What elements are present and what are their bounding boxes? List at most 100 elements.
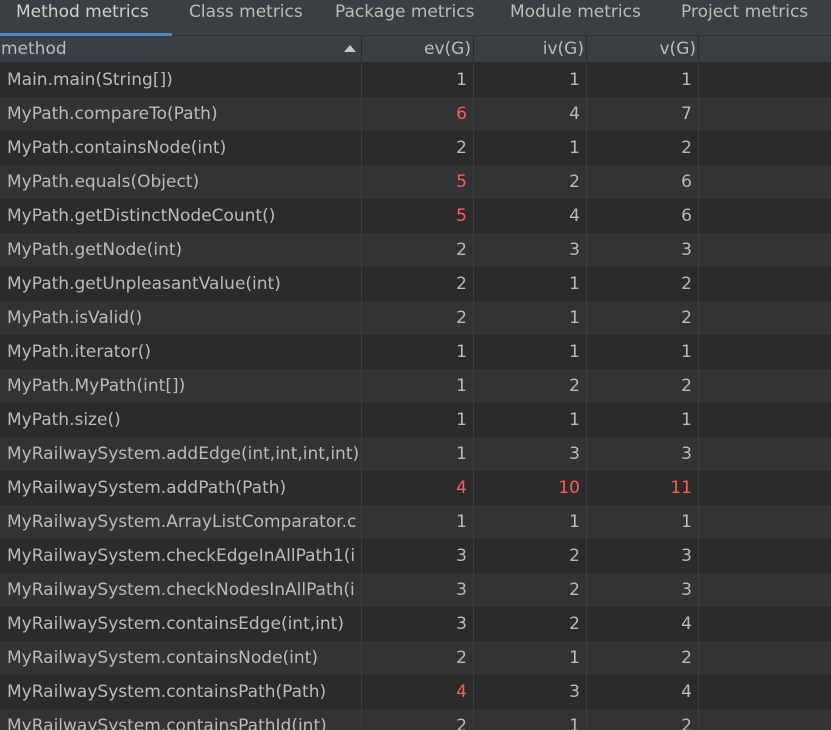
- ev-cell: 2: [362, 233, 474, 267]
- table-row[interactable]: MyPath.size() 1 1 1: [0, 403, 831, 437]
- table-row[interactable]: Main.main(String[]) 1 1 1: [0, 63, 831, 97]
- table-row[interactable]: MyPath.MyPath(int[]) 1 2 2: [0, 369, 831, 403]
- ev-cell: 3: [362, 539, 474, 573]
- iv-cell: 1: [474, 403, 587, 437]
- iv-cell: 1: [474, 505, 587, 539]
- v-cell: 3: [587, 233, 699, 267]
- table-header: method ev(G) iv(G) v(G): [0, 36, 831, 63]
- ev-cell: 2: [362, 131, 474, 165]
- table-row[interactable]: MyPath.getUnpleasantValue(int) 2 1 2: [0, 267, 831, 301]
- v-cell: 2: [587, 369, 699, 403]
- v-cell: 7: [587, 97, 699, 131]
- tab-project-metrics[interactable]: Project metrics: [664, 0, 831, 36]
- iv-cell: 1: [474, 131, 587, 165]
- ev-cell: 3: [362, 573, 474, 607]
- tab-module-metrics[interactable]: Module metrics: [494, 0, 664, 36]
- iv-cell: 2: [474, 539, 587, 573]
- v-cell: 2: [587, 641, 699, 675]
- tab-method-metrics[interactable]: Method metrics: [0, 0, 172, 36]
- method-metrics-table: method ev(G) iv(G) v(G) Main.main(String…: [0, 36, 831, 730]
- ev-cell: 4: [362, 675, 474, 709]
- table-row[interactable]: MyRailwaySystem.ArrayListComparator.c 1 1 1: [0, 505, 831, 539]
- v-cell: 2: [587, 301, 699, 335]
- iv-cell: 1: [474, 335, 587, 369]
- method-cell: MyRailwaySystem.checkEdgeInAllPath1(i: [0, 539, 362, 573]
- method-cell: MyPath.getUnpleasantValue(int): [0, 267, 362, 301]
- v-cell: 4: [587, 675, 699, 709]
- v-cell: 1: [587, 505, 699, 539]
- v-cell: 2: [587, 709, 699, 730]
- table-row[interactable]: MyRailwaySystem.containsNode(int) 2 1 2: [0, 641, 831, 675]
- table-row[interactable]: MyRailwaySystem.containsPath(Path) 4 3 4: [0, 675, 831, 709]
- method-cell: MyRailwaySystem.addPath(Path): [0, 471, 362, 505]
- v-cell: 2: [587, 267, 699, 301]
- ev-cell: 2: [362, 267, 474, 301]
- iv-cell: 1: [474, 301, 587, 335]
- iv-cell: 4: [474, 97, 587, 131]
- iv-cell: 1: [474, 709, 587, 730]
- method-cell: Main.main(String[]): [0, 63, 362, 97]
- iv-cell: 2: [474, 573, 587, 607]
- tab-package-metrics[interactable]: Package metrics: [318, 0, 494, 36]
- v-cell: 4: [587, 607, 699, 641]
- v-cell: 3: [587, 437, 699, 471]
- iv-cell: 1: [474, 63, 587, 97]
- v-cell: 3: [587, 573, 699, 607]
- column-header-method[interactable]: method: [0, 36, 362, 62]
- column-header-label: method: [1, 39, 67, 59]
- v-cell: 1: [587, 335, 699, 369]
- v-cell: 3: [587, 539, 699, 573]
- iv-cell: 4: [474, 199, 587, 233]
- sort-ascending-icon[interactable]: [344, 45, 356, 52]
- method-cell: MyPath.compareTo(Path): [0, 97, 362, 131]
- method-cell: MyRailwaySystem.checkNodesInAllPath(i: [0, 573, 362, 607]
- metrics-panel: Method metrics Class metrics Package met…: [0, 0, 831, 730]
- method-cell: MyPath.size(): [0, 403, 362, 437]
- column-header-ev[interactable]: ev(G): [362, 36, 474, 62]
- method-cell: MyRailwaySystem.containsPath(Path): [0, 675, 362, 709]
- table-row[interactable]: MyRailwaySystem.checkEdgeInAllPath1(i 3 2 3: [0, 539, 831, 573]
- ev-cell: 2: [362, 641, 474, 675]
- table-row[interactable]: MyRailwaySystem.containsEdge(int,int) 3 2 4: [0, 607, 831, 641]
- ev-cell: 2: [362, 709, 474, 730]
- ev-cell: 6: [362, 97, 474, 131]
- ev-cell: 4: [362, 471, 474, 505]
- v-cell: 11: [587, 471, 699, 505]
- method-cell: MyPath.iterator(): [0, 335, 362, 369]
- ev-cell: 2: [362, 301, 474, 335]
- ev-cell: 1: [362, 369, 474, 403]
- method-cell: MyRailwaySystem.ArrayListComparator.c: [0, 505, 362, 539]
- column-header-iv[interactable]: iv(G): [474, 36, 587, 62]
- column-header-v[interactable]: v(G): [587, 36, 699, 62]
- metrics-tab-bar: Method metrics Class metrics Package met…: [0, 0, 831, 36]
- table-row[interactable]: MyRailwaySystem.addPath(Path) 4 10 11: [0, 471, 831, 505]
- iv-cell: 2: [474, 369, 587, 403]
- method-cell: MyRailwaySystem.containsNode(int): [0, 641, 362, 675]
- v-cell: 6: [587, 199, 699, 233]
- method-cell: MyPath.getNode(int): [0, 233, 362, 267]
- method-cell: MyPath.getDistinctNodeCount(): [0, 199, 362, 233]
- ev-cell: 1: [362, 335, 474, 369]
- table-row[interactable]: MyRailwaySystem.containsPathId(int) 2 1 2: [0, 709, 831, 730]
- table-row[interactable]: MyRailwaySystem.addEdge(int,int,int,int)…: [0, 437, 831, 471]
- table-row[interactable]: MyPath.getDistinctNodeCount() 5 4 6: [0, 199, 831, 233]
- table-row[interactable]: MyPath.getNode(int) 2 3 3: [0, 233, 831, 267]
- method-cell: MyPath.equals(Object): [0, 165, 362, 199]
- iv-cell: 2: [474, 607, 587, 641]
- ev-cell: 1: [362, 403, 474, 437]
- iv-cell: 3: [474, 675, 587, 709]
- method-cell: MyRailwaySystem.containsEdge(int,int): [0, 607, 362, 641]
- v-cell: 6: [587, 165, 699, 199]
- table-row[interactable]: MyPath.containsNode(int) 2 1 2: [0, 131, 831, 165]
- iv-cell: 1: [474, 641, 587, 675]
- table-row[interactable]: MyRailwaySystem.checkNodesInAllPath(i 3 2 3: [0, 573, 831, 607]
- method-cell: MyRailwaySystem.addEdge(int,int,int,int): [0, 437, 362, 471]
- table-row[interactable]: MyPath.iterator() 1 1 1: [0, 335, 831, 369]
- ev-cell: 3: [362, 607, 474, 641]
- table-row[interactable]: MyPath.equals(Object) 5 2 6: [0, 165, 831, 199]
- tab-class-metrics[interactable]: Class metrics: [172, 0, 318, 36]
- table-row[interactable]: MyPath.compareTo(Path) 6 4 7: [0, 97, 831, 131]
- table-row[interactable]: MyPath.isValid() 2 1 2: [0, 301, 831, 335]
- ev-cell: 1: [362, 63, 474, 97]
- ev-cell: 1: [362, 437, 474, 471]
